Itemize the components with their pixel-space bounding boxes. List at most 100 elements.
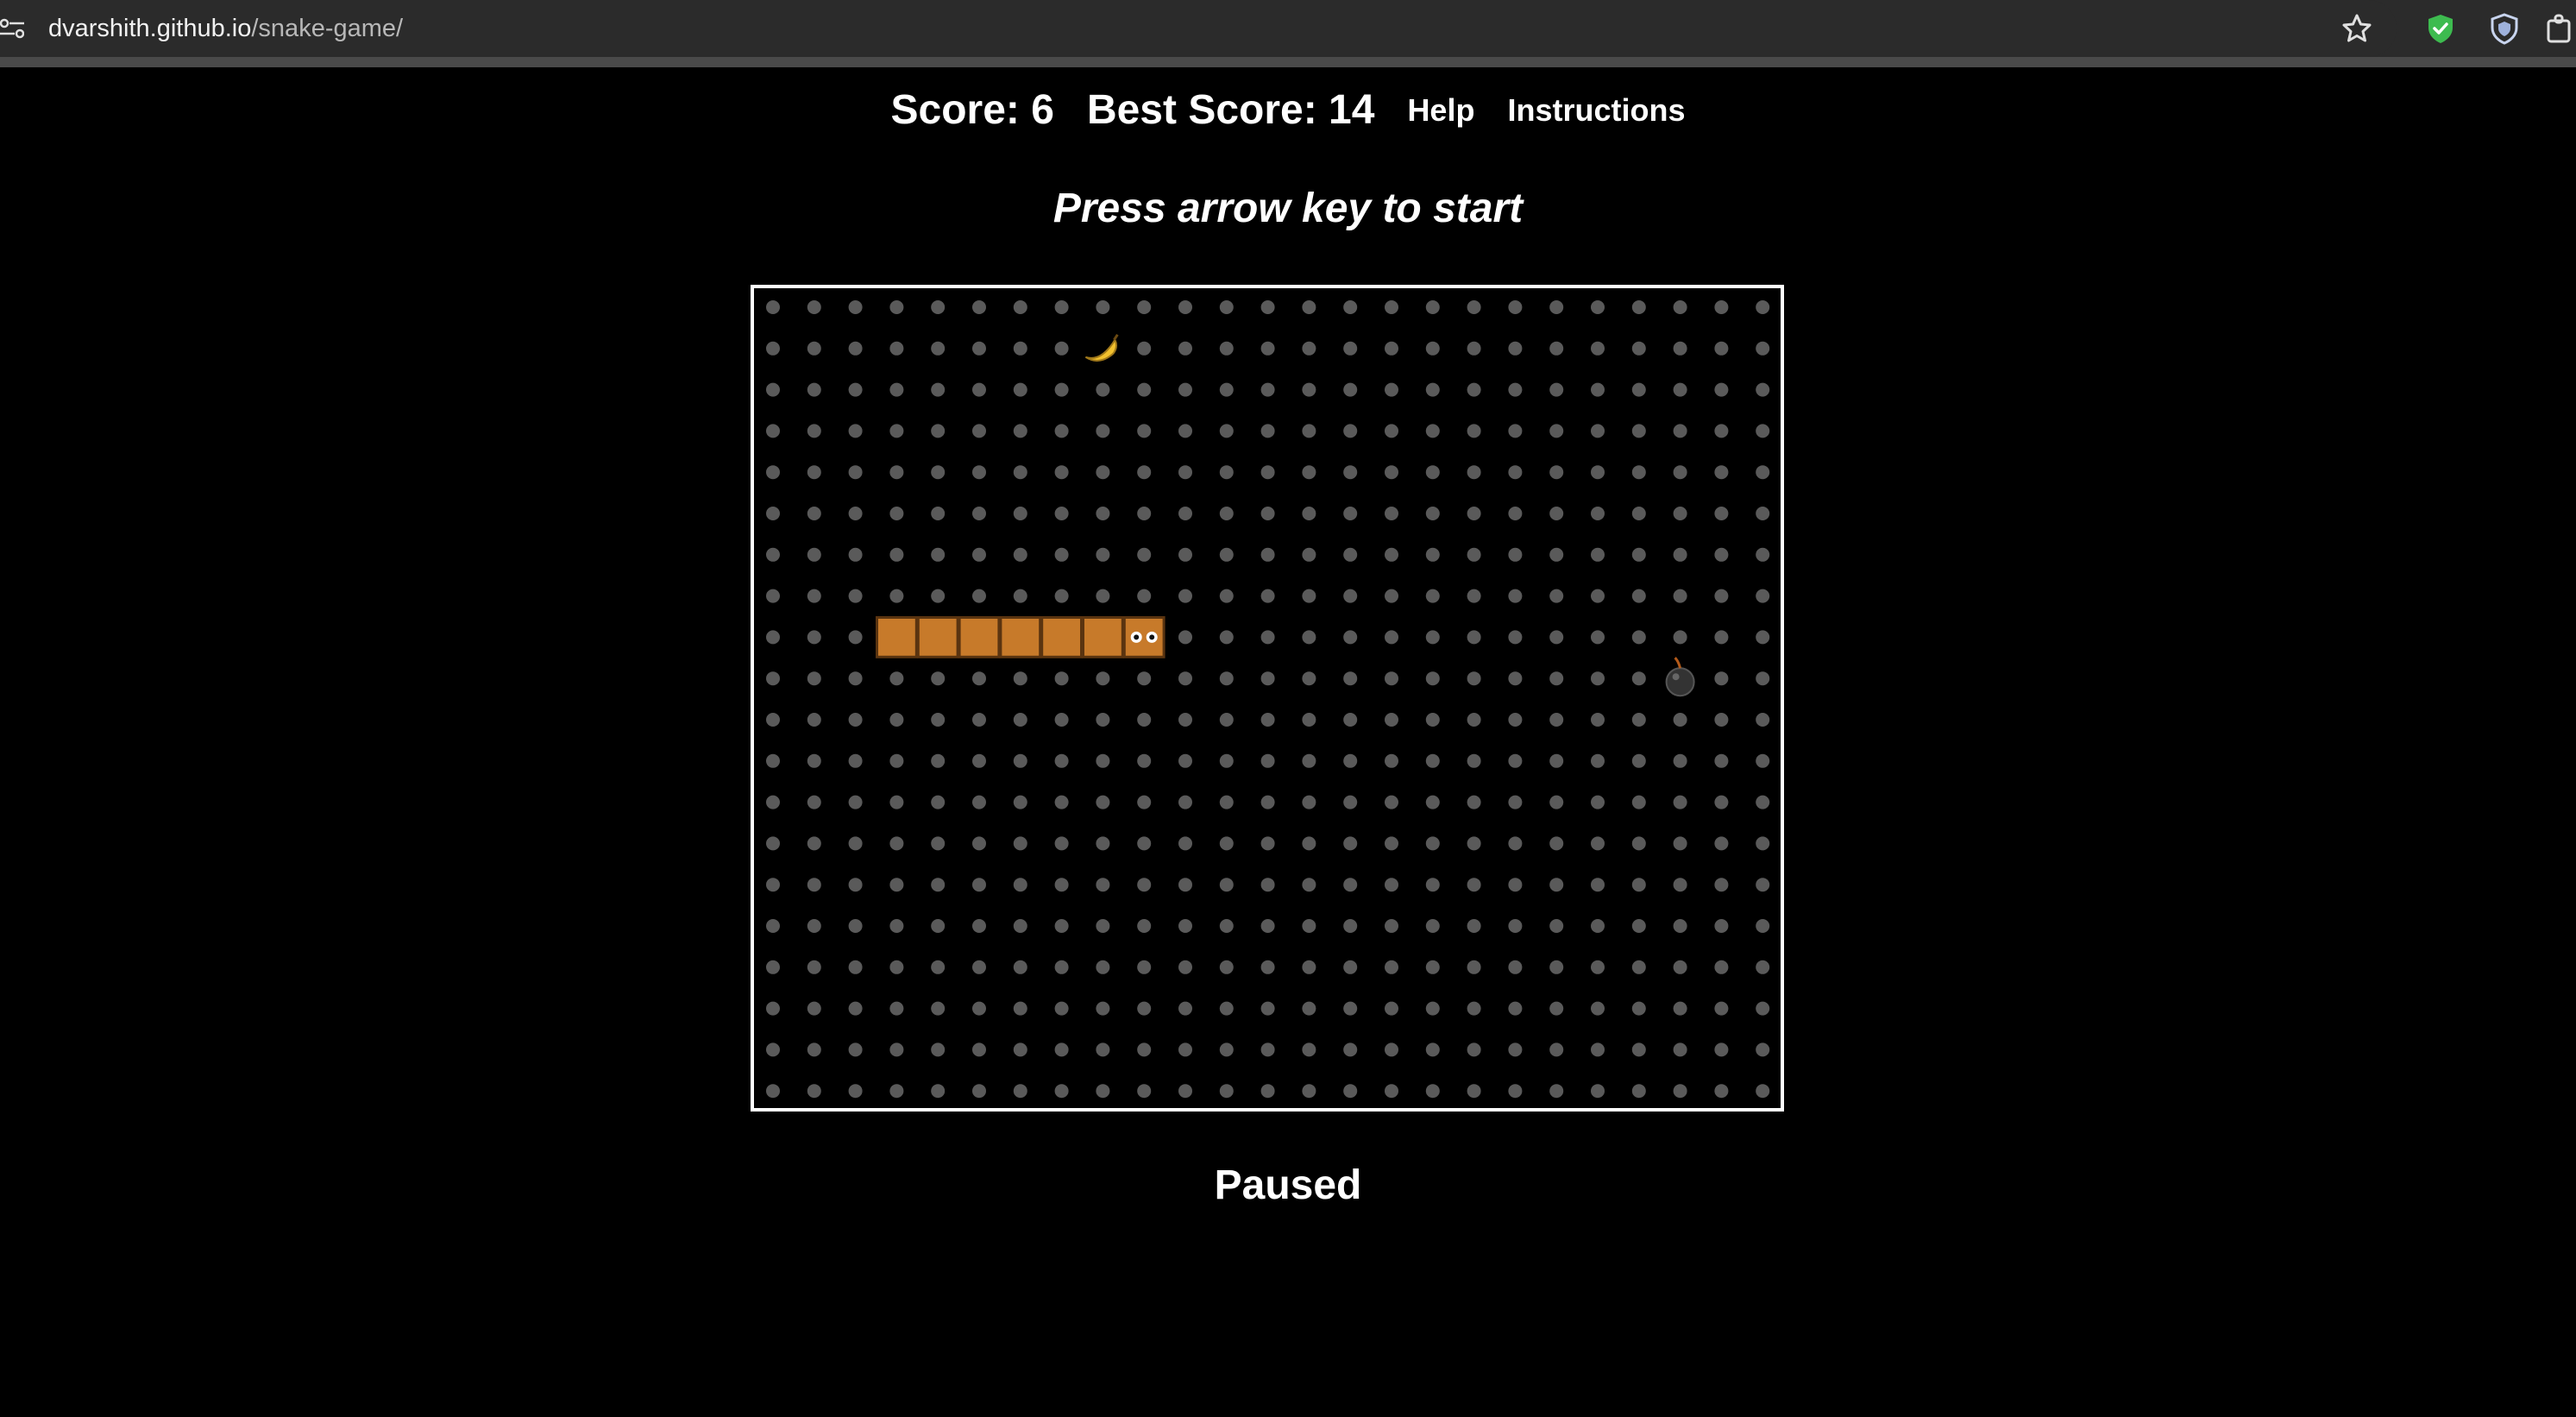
grid-dot bbox=[889, 1042, 904, 1057]
grid-dot bbox=[1631, 878, 1646, 892]
grid-dot bbox=[1385, 1042, 1398, 1057]
bookmark-star-icon[interactable] bbox=[2340, 11, 2374, 46]
grid-dot bbox=[1591, 878, 1605, 892]
grid-dot bbox=[889, 465, 904, 480]
grid-dot bbox=[1385, 507, 1398, 520]
grid-dot bbox=[848, 671, 863, 686]
grid-dot bbox=[1714, 424, 1729, 438]
grid-dot bbox=[972, 1001, 986, 1016]
grid-dot bbox=[1631, 341, 1646, 356]
grid-dot bbox=[1302, 960, 1316, 974]
grid-dot bbox=[1508, 836, 1523, 851]
grid-dot bbox=[1591, 1001, 1605, 1016]
grid-dot bbox=[1302, 547, 1316, 562]
grid-dot bbox=[972, 507, 986, 520]
grid-dot bbox=[972, 300, 986, 314]
grid-dot bbox=[1013, 465, 1027, 480]
grid-dot bbox=[1096, 713, 1110, 727]
grid-dot bbox=[807, 630, 821, 645]
grid-dot bbox=[1425, 589, 1440, 603]
snake-pupil bbox=[1149, 634, 1155, 640]
grid-dot bbox=[1549, 424, 1564, 438]
grid-dot bbox=[1591, 507, 1605, 520]
url-text[interactable]: dvarshith.github.io/snake-game/ bbox=[48, 0, 403, 57]
grid-dot bbox=[1137, 465, 1152, 480]
banana-food-icon bbox=[1084, 337, 1117, 362]
grid-dot bbox=[1178, 1042, 1192, 1057]
shield-check-icon[interactable] bbox=[2424, 12, 2457, 45]
grid-dot bbox=[972, 671, 986, 686]
url-host: dvarshith.github.io bbox=[48, 15, 252, 42]
grid-dot bbox=[1631, 300, 1646, 314]
grid-dot bbox=[848, 960, 863, 974]
game-board[interactable] bbox=[751, 285, 1784, 1112]
grid-dot bbox=[1467, 713, 1481, 727]
grid-dot bbox=[1714, 300, 1729, 314]
grid-dot bbox=[1137, 1001, 1152, 1016]
grid-dot bbox=[1714, 836, 1729, 851]
grid-dot bbox=[1508, 878, 1523, 892]
grid-dot bbox=[848, 1084, 863, 1099]
grid-dot bbox=[1467, 836, 1481, 851]
grid-dot bbox=[1673, 1042, 1687, 1057]
grid-dot bbox=[1096, 1042, 1110, 1057]
privacy-shield-icon[interactable] bbox=[2488, 12, 2521, 45]
address-bar[interactable]: dvarshith.github.io/snake-game/ bbox=[0, 0, 2397, 57]
grid-dot bbox=[1013, 1042, 1027, 1057]
instructions-link[interactable]: Instructions bbox=[1507, 92, 1685, 128]
grid-dot bbox=[766, 878, 780, 892]
grid-dot bbox=[1549, 1001, 1564, 1016]
grid-dot bbox=[1343, 547, 1358, 562]
grid-dot bbox=[1013, 919, 1027, 933]
grid-dot bbox=[1385, 878, 1398, 892]
help-link[interactable]: Help bbox=[1407, 92, 1474, 128]
grid-dot bbox=[1096, 836, 1110, 851]
grid-dot bbox=[766, 1042, 780, 1057]
grid-dot bbox=[1756, 795, 1770, 809]
grid-dot bbox=[1425, 382, 1440, 397]
grid-dot bbox=[1260, 960, 1275, 974]
grid-dot bbox=[972, 382, 986, 397]
grid-dot bbox=[807, 507, 821, 520]
grid-dot bbox=[1013, 382, 1027, 397]
grid-dot bbox=[1425, 1084, 1440, 1099]
grid-dot bbox=[931, 713, 946, 727]
site-info-icon[interactable] bbox=[0, 17, 24, 40]
grid-dot bbox=[1096, 507, 1110, 520]
grid-dot bbox=[1260, 671, 1275, 686]
grid-dot bbox=[1178, 836, 1192, 851]
grid-dot bbox=[1054, 713, 1069, 727]
grid-dot bbox=[766, 671, 780, 686]
grid-dot bbox=[1549, 671, 1564, 686]
grid-dot bbox=[1302, 630, 1316, 645]
grid-dot bbox=[889, 919, 904, 933]
extensions-icon[interactable] bbox=[2545, 12, 2576, 45]
grid-dot bbox=[889, 836, 904, 851]
grid-dot bbox=[1631, 960, 1646, 974]
grid-dot bbox=[1714, 341, 1729, 356]
grid-dot bbox=[972, 960, 986, 974]
grid-dot bbox=[1219, 300, 1234, 314]
grid-dot bbox=[1549, 753, 1564, 768]
grid-dot bbox=[1508, 1042, 1523, 1057]
grid-dot bbox=[1385, 836, 1398, 851]
grid-dot bbox=[1467, 671, 1481, 686]
grid-dot bbox=[1054, 836, 1069, 851]
grid-dot bbox=[889, 1001, 904, 1016]
grid-dot bbox=[1302, 1042, 1316, 1057]
grid-dot bbox=[1013, 1084, 1027, 1099]
grid-dot bbox=[1591, 1042, 1605, 1057]
grid-dot bbox=[807, 589, 821, 603]
grid-dot bbox=[1343, 671, 1358, 686]
grid-dot bbox=[1467, 1001, 1481, 1016]
grid-dot bbox=[1508, 507, 1523, 520]
grid-dot bbox=[1631, 795, 1646, 809]
grid-dot bbox=[1467, 919, 1481, 933]
grid-dot bbox=[931, 589, 946, 603]
grid-dot bbox=[1054, 960, 1069, 974]
grid-dot bbox=[1591, 753, 1605, 768]
grid-dot bbox=[1508, 1084, 1523, 1099]
start-prompt: Press arrow key to start bbox=[1052, 186, 1524, 231]
grid-dot bbox=[1096, 878, 1110, 892]
grid-dot bbox=[1260, 753, 1275, 768]
